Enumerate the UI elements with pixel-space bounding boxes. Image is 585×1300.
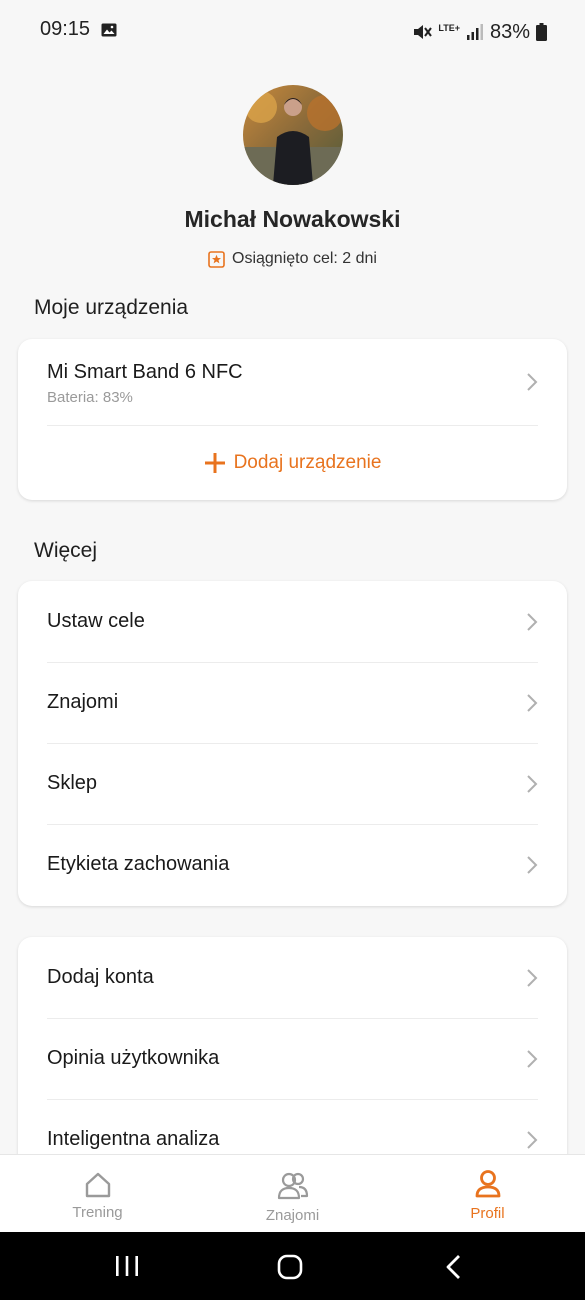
avatar[interactable] — [243, 85, 343, 185]
system-navigation-bar — [0, 1232, 585, 1300]
menu-item-label: Opinia użytkownika — [47, 1047, 220, 1069]
menu-item-label: Dodaj konta — [47, 966, 154, 988]
status-time: 09:15 — [40, 18, 91, 40]
tab-friends[interactable]: Znajomi — [195, 1155, 390, 1233]
menu-item-label: Etykieta zachowania — [47, 853, 230, 875]
menu-item-add-accounts[interactable]: Dodaj konta — [18, 937, 567, 1018]
bottom-nav: Trening Znajomi Profil — [0, 1154, 585, 1233]
status-indicators: LTE+ 83% — [412, 18, 547, 46]
home-icon — [85, 1172, 110, 1198]
menu-item-friends[interactable]: Znajomi — [18, 662, 567, 743]
devices-card: Mi Smart Band 6 NFC Bateria: 83% Dodaj u… — [18, 339, 567, 500]
menu-item-behavior-tag[interactable]: Etykieta zachowania — [18, 824, 567, 905]
menu-item-label: Ustaw cele — [47, 610, 145, 632]
menu-item-set-goals[interactable]: Ustaw cele — [18, 581, 567, 662]
profile-icon — [475, 1170, 500, 1198]
chevron-right-icon — [527, 1050, 538, 1068]
menu-item-shop[interactable]: Sklep — [18, 743, 567, 824]
add-device-label: Dodaj urządzenie — [233, 452, 382, 473]
menu-item-label: Znajomi — [47, 691, 119, 713]
network-type: LTE+ — [438, 22, 460, 33]
chevron-right-icon — [527, 775, 538, 793]
menu-item-label: Sklep — [47, 772, 98, 794]
more-section-title: Więcej — [34, 539, 98, 562]
status-bar: 09:15 LTE+ 83% — [0, 0, 585, 64]
recent-apps-icon[interactable] — [114, 1255, 140, 1277]
gallery-notification-icon — [101, 23, 117, 37]
goal-star-icon — [208, 250, 225, 268]
menu-item-user-feedback[interactable]: Opinia użytkownika — [18, 1018, 567, 1099]
add-device-button[interactable]: Dodaj urządzenie — [18, 425, 567, 501]
tab-label: Trening — [72, 1204, 123, 1221]
tab-training[interactable]: Trening — [0, 1155, 195, 1233]
plus-icon — [204, 453, 225, 473]
chevron-right-icon — [527, 969, 538, 987]
friends-icon — [277, 1172, 308, 1200]
signal-icon — [466, 24, 483, 40]
more-card: Ustaw cele Znajomi Sklep Etykieta zachow… — [18, 581, 567, 906]
chevron-right-icon — [527, 613, 538, 631]
avatar-photo — [243, 85, 343, 185]
battery-icon — [536, 23, 547, 41]
chevron-right-icon — [527, 1131, 538, 1149]
battery-percent: 83% — [489, 20, 530, 43]
goal-achievement: Osiągnięto cel: 2 dni — [0, 250, 585, 268]
tab-label: Profil — [470, 1205, 505, 1222]
mute-icon — [414, 25, 433, 39]
device-item[interactable]: Mi Smart Band 6 NFC Bateria: 83% — [18, 339, 567, 425]
chevron-right-icon — [527, 694, 538, 712]
chevron-right-icon — [527, 856, 538, 874]
goal-text: Osiągnięto cel: 2 dni — [232, 250, 377, 267]
device-battery: Bateria: 83% — [47, 389, 133, 406]
tab-profile[interactable]: Profil — [390, 1155, 585, 1233]
menu-item-label: Inteligentna analiza — [47, 1128, 220, 1150]
devices-section-title: Moje urządzenia — [34, 296, 189, 319]
device-name: Mi Smart Band 6 NFC — [47, 361, 243, 383]
back-icon[interactable] — [444, 1254, 462, 1280]
chevron-right-icon — [527, 373, 538, 391]
tab-label: Znajomi — [265, 1207, 320, 1224]
home-button-icon[interactable] — [277, 1254, 303, 1280]
profile-name: Michał Nowakowski — [184, 206, 401, 232]
